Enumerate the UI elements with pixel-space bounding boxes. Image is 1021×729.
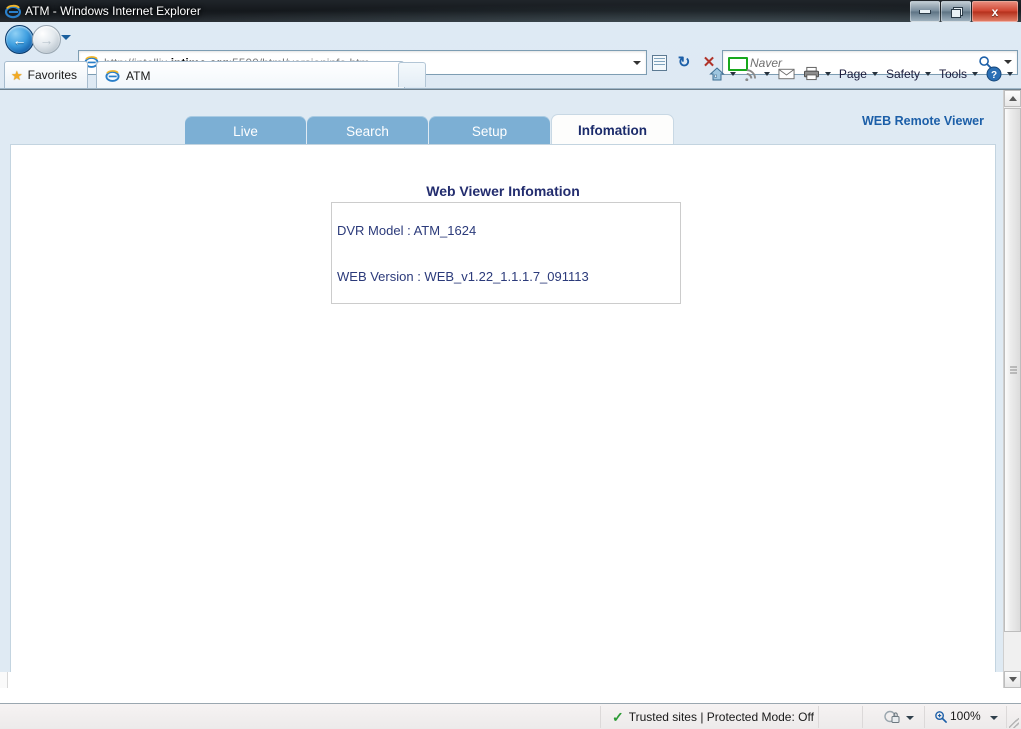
chevron-down-icon[interactable] (990, 716, 998, 720)
forward-button[interactable]: → (32, 25, 61, 54)
scroll-grip-icon (1010, 366, 1017, 374)
recent-pages-dropdown-icon[interactable] (61, 35, 71, 40)
page-viewport: Live Search Setup Infomation WEB Remote … (0, 89, 1021, 704)
browser-tab-atm[interactable]: ATM (96, 61, 405, 89)
security-zone-status[interactable]: ✓ Trusted sites | Protected Mode: Off (612, 708, 814, 726)
close-button[interactable]: x (972, 1, 1018, 22)
scroll-up-button[interactable] (1004, 90, 1021, 107)
tab-setup[interactable]: Setup (429, 116, 550, 146)
browser-tab-label: ATM (126, 68, 151, 83)
navigation-bar: ← → http://intellix.iptime.org:5500/html… (0, 22, 1021, 75)
print-button[interactable] (799, 61, 835, 86)
home-button[interactable] (705, 61, 740, 86)
tab-information[interactable]: Infomation (551, 114, 674, 146)
tab-live[interactable]: Live (185, 116, 306, 146)
tab-setup-label: Setup (471, 123, 508, 139)
triangle-down-icon (1008, 677, 1017, 682)
tab-information-label: Infomation (578, 123, 647, 138)
help-button[interactable]: ? (982, 61, 1017, 86)
status-separator (862, 706, 863, 728)
menu-tools[interactable]: Tools (935, 61, 982, 86)
menu-page[interactable]: Page (835, 61, 882, 86)
feeds-button[interactable] (740, 61, 774, 86)
menu-safety-label: Safety (885, 66, 920, 81)
back-arrow-icon: ← (12, 31, 27, 48)
chevron-down-icon[interactable] (1007, 71, 1013, 76)
menu-tools-label: Tools (938, 66, 967, 81)
chevron-down-icon (972, 71, 978, 76)
page-title: Web Viewer Infomation (426, 183, 580, 199)
minimize-button[interactable] (910, 1, 940, 22)
status-separator (600, 706, 601, 728)
back-button[interactable]: ← (5, 25, 34, 54)
resize-grip-icon[interactable] (1009, 718, 1019, 728)
status-separator (924, 706, 925, 728)
restore-button[interactable] (941, 1, 971, 22)
web-version-text: WEB Version : WEB_v1.22_1.1.1.7_091113 (337, 269, 589, 284)
favorites-button[interactable]: ★ Favorites (4, 61, 89, 88)
tab-bar: ★ Favorites ATM Page Safety Tools ? (0, 57, 1021, 89)
vertical-scroll-thumb[interactable] (1004, 108, 1021, 632)
chevron-down-icon (924, 71, 931, 76)
security-zone-label: Trusted sites | Protected Mode: Off (628, 710, 814, 724)
horizontal-scroll-area (0, 672, 1004, 688)
zoom-level-label: 100% (950, 709, 981, 723)
title-bar: ATM - Windows Internet Explorer x (0, 0, 1021, 22)
rss-feed-icon (745, 69, 756, 81)
internet-explorer-icon (5, 4, 21, 19)
new-tab-button[interactable] (398, 62, 426, 87)
chevron-down-icon (871, 71, 878, 76)
read-mail-button[interactable] (774, 61, 799, 86)
menu-safety[interactable]: Safety (882, 61, 935, 86)
svg-text:?: ? (991, 70, 997, 81)
page-header: Live Search Setup Infomation WEB Remote … (0, 90, 1004, 146)
star-icon: ★ (11, 67, 23, 83)
version-info-box: DVR Model : ATM_1624 WEB Version : WEB_v… (331, 202, 681, 304)
web-page: Live Search Setup Infomation WEB Remote … (0, 90, 1004, 688)
window-title: ATM - Windows Internet Explorer (25, 4, 201, 18)
tab-search[interactable]: Search (307, 116, 428, 146)
status-separator (1006, 706, 1007, 728)
window-controls: x (909, 1, 1018, 22)
status-separator (818, 706, 819, 728)
chevron-down-icon[interactable] (906, 716, 914, 720)
triangle-up-icon (1008, 96, 1017, 101)
favorites-label: Favorites (27, 68, 78, 82)
help-icon: ? (986, 66, 1002, 81)
web-remote-viewer-label: WEB Remote Viewer (861, 114, 984, 128)
tab-search-label: Search (346, 123, 389, 139)
menu-page-label: Page (838, 66, 867, 81)
chevron-down-icon[interactable] (824, 71, 831, 76)
content-panel: Web Viewer Infomation DVR Model : ATM_16… (10, 144, 996, 688)
browser-window: ATM - Windows Internet Explorer x ← → ht… (0, 0, 1021, 729)
chevron-down-icon[interactable] (763, 71, 770, 76)
mail-icon (778, 68, 795, 79)
scroll-down-button[interactable] (1004, 671, 1021, 688)
vertical-scrollbar[interactable] (1003, 90, 1021, 688)
zoom-icon (935, 710, 947, 723)
horizontal-scroll-left-edge (0, 672, 8, 688)
protected-mode-lock-icon[interactable] (884, 710, 900, 725)
chevron-down-icon[interactable] (729, 71, 736, 76)
dvr-model-text: DVR Model : ATM_1624 (337, 223, 477, 238)
check-icon: ✓ (612, 709, 624, 725)
forward-arrow-icon: → (39, 31, 54, 48)
zoom-status[interactable]: 100% (934, 709, 981, 723)
home-icon (709, 66, 725, 80)
printer-icon (803, 66, 819, 81)
viewer-tab-group: Live Search Setup Infomation (185, 114, 675, 146)
command-bar: Page Safety Tools ? (705, 61, 1017, 86)
tab-favicon-icon (105, 70, 120, 82)
status-bar: ✓ Trusted sites | Protected Mode: Off 10… (0, 703, 1021, 729)
tab-live-label: Live (233, 123, 258, 139)
